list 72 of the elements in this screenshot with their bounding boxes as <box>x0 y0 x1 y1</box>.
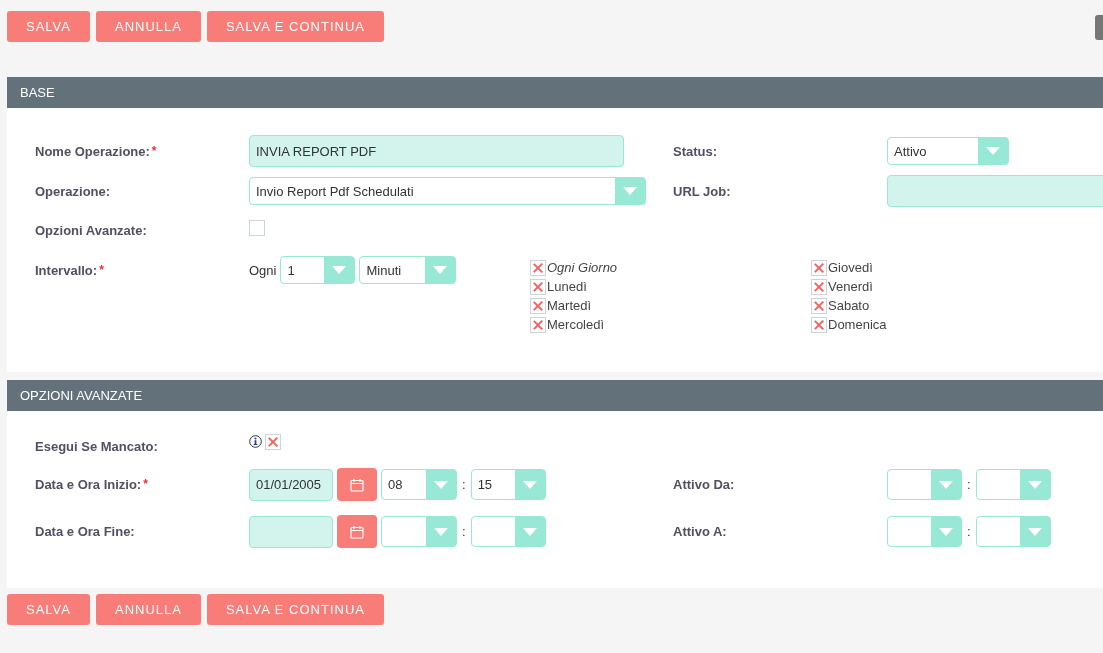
count-select[interactable]: 1 <box>280 256 356 284</box>
time-separator: : <box>462 524 466 539</box>
field-label: Data e Ora Inizio: <box>35 477 142 492</box>
calendar-button[interactable] <box>337 515 377 548</box>
field-label: Nome Operazione: <box>35 143 150 159</box>
caret-icon <box>1027 527 1042 536</box>
minute-select[interactable] <box>975 469 1051 500</box>
checkbox[interactable] <box>811 278 827 295</box>
info-icon[interactable] <box>249 435 262 448</box>
status-select[interactable]: Attivo <box>887 137 1009 165</box>
caret-icon <box>939 480 953 489</box>
time-separator: : <box>462 477 466 492</box>
caret-icon <box>433 266 448 274</box>
checkbox[interactable] <box>530 316 546 333</box>
day-label: Ogni Giorno <box>547 260 618 275</box>
unit-select[interactable]: Minuti <box>359 256 457 284</box>
checkbox[interactable] <box>530 297 546 314</box>
checkbox[interactable] <box>811 259 827 276</box>
day-label: Lunedì <box>547 279 587 294</box>
day-label: Giovedì <box>828 260 873 275</box>
caret-icon <box>434 527 448 536</box>
caret-icon <box>623 187 637 195</box>
calendar-button[interactable] <box>337 468 377 501</box>
caret-icon <box>986 147 1000 155</box>
hour-select[interactable]: 08 <box>381 469 457 500</box>
field-label: Esegui Se Mancato: <box>35 439 158 454</box>
minute-select[interactable] <box>470 516 546 547</box>
section-header: OPZIONI AVANZATE <box>7 380 1103 411</box>
date-field[interactable] <box>249 515 333 548</box>
minute-select[interactable]: 15 <box>470 469 546 500</box>
hour-select[interactable] <box>887 469 962 500</box>
day-label: Mercoledì <box>547 317 605 332</box>
checkbox[interactable] <box>811 316 827 333</box>
field-label: Intervallo: <box>35 263 98 278</box>
day-label: Domenica <box>828 317 887 332</box>
interval-prefix: Ogni <box>249 262 277 278</box>
required-mark: * <box>99 263 104 277</box>
checkbox[interactable] <box>530 278 546 295</box>
field-label: Attivo Da: <box>673 477 735 492</box>
time-separator: : <box>967 477 971 492</box>
field-label: Attivo A: <box>673 524 727 539</box>
text-field[interactable]: INVIA REPORT PDF <box>249 135 624 167</box>
field-label: Data e Ora Fine: <box>35 524 135 539</box>
day-label: Sabato <box>828 298 870 313</box>
checkbox[interactable] <box>265 433 281 450</box>
section-header: BASE <box>7 77 1103 108</box>
calendar-icon <box>350 477 364 492</box>
field-label: URL Job: <box>673 183 731 199</box>
minute-select[interactable] <box>975 516 1051 547</box>
caret-icon <box>1027 480 1042 489</box>
caret-icon <box>332 266 347 274</box>
caret-icon <box>939 527 953 536</box>
date-field[interactable]: 01/01/2005 <box>249 468 333 501</box>
required-mark: * <box>143 477 148 491</box>
day-label: Martedì <box>547 298 592 313</box>
day-label: Venerdì <box>828 279 873 294</box>
field-label: Opzioni Avanzate: <box>35 223 147 238</box>
operation-select[interactable]: Invio Report Pdf Schedulati <box>249 177 646 205</box>
checkbox[interactable] <box>530 259 546 276</box>
caret-icon <box>434 480 448 489</box>
caret-icon <box>522 480 537 489</box>
field-label: Status: <box>673 143 718 159</box>
calendar-icon <box>350 524 364 539</box>
hour-select[interactable] <box>381 516 457 547</box>
required-mark: * <box>151 143 157 158</box>
caret-icon <box>522 527 537 536</box>
text-field[interactable] <box>887 175 1103 207</box>
field-label: Operazione: <box>35 183 111 199</box>
time-separator: : <box>967 524 971 539</box>
checkbox[interactable] <box>249 219 265 236</box>
checkbox[interactable] <box>811 297 827 314</box>
hour-select[interactable] <box>887 516 962 547</box>
